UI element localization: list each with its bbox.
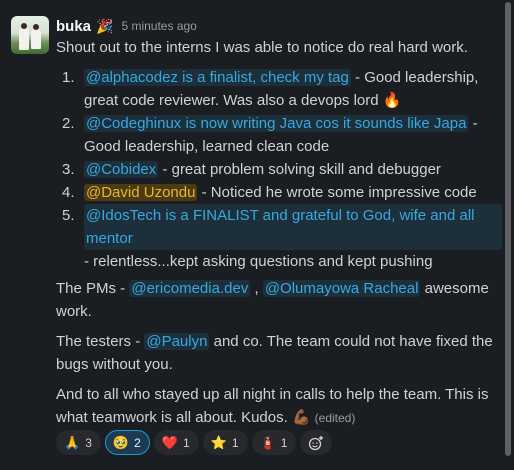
reaction-extinguisher[interactable]: 🧯 1 [251,430,297,455]
mention-david-uzondu[interactable]: @David Uzondu [84,184,198,201]
star-icon: ⭐ [210,434,227,450]
message-timestamp[interactable]: 5 minutes ago [121,19,196,33]
list-item: 4. @David Uzondu - Noticed he wrote some… [62,184,477,201]
list-item: 5. @IdosTech is a FINALIST and grateful … [56,204,502,273]
list-item: 3. @Cobidex - great problem solving skil… [62,161,441,178]
reaction-star[interactable]: ⭐ 1 [202,430,248,455]
fire-extinguisher-icon: 🧯 [259,434,276,450]
heart-icon: ❤️ [161,434,178,450]
reaction-pray[interactable]: 🙏 3 [56,430,101,455]
testers-paragraph: The testers - @Paulyn and co. The team c… [56,333,493,373]
flexed-bicep-icon: 💪🏾 [291,409,311,426]
reaction-holding-back-tears[interactable]: 🥹 2 [104,430,150,455]
mention-ericomedia[interactable]: @ericomedia.dev [129,280,251,297]
scrollbar[interactable] [505,2,511,456]
mention-idostech[interactable]: @IdosTech is a FINALIST and grateful to … [84,204,502,250]
pms-paragraph: The PMs - @ericomedia.dev , @Olumayowa R… [56,280,489,320]
add-emoji-icon [309,435,324,450]
mention-paulyn[interactable]: @Paulyn [144,333,210,350]
mention-alphacodez[interactable]: @alphacodez is a finalist, check my tag [84,69,351,86]
fire-icon: 🔥 [382,92,402,109]
message-header: buka 🎉 5 minutes ago [56,16,197,36]
list-item: 2. @Codeghinux is now writing Java cos i… [62,115,478,155]
edited-label: (edited) [314,411,356,425]
mention-olumayowa[interactable]: @Olumayowa Racheal [262,280,421,297]
intern-list: 1. @alphacodez is a finalist, check my t… [56,66,502,273]
mention-codeghinux[interactable]: @Codeghinux is now writing Java cos it s… [84,115,469,132]
party-popper-icon: 🎉 [96,17,114,34]
reactions-bar: 🙏 3 🥹 2 ❤️ 1 ⭐ 1 🧯 1 [56,430,333,455]
reaction-heart[interactable]: ❤️ 1 [153,430,199,455]
list-item: 1. @alphacodez is a finalist, check my t… [62,69,479,109]
holding-back-tears-icon: 🥹 [112,434,130,450]
intro-text: Shout out to the interns I was able to n… [56,39,468,56]
closing-paragraph: And to all who stayed up all night in ca… [56,386,489,426]
author-name[interactable]: buka [56,18,91,35]
mention-cobidex[interactable]: @Cobidex [84,161,159,178]
pray-icon: 🙏 [64,434,81,450]
add-reaction-button[interactable] [300,430,333,455]
avatar[interactable] [11,16,49,54]
